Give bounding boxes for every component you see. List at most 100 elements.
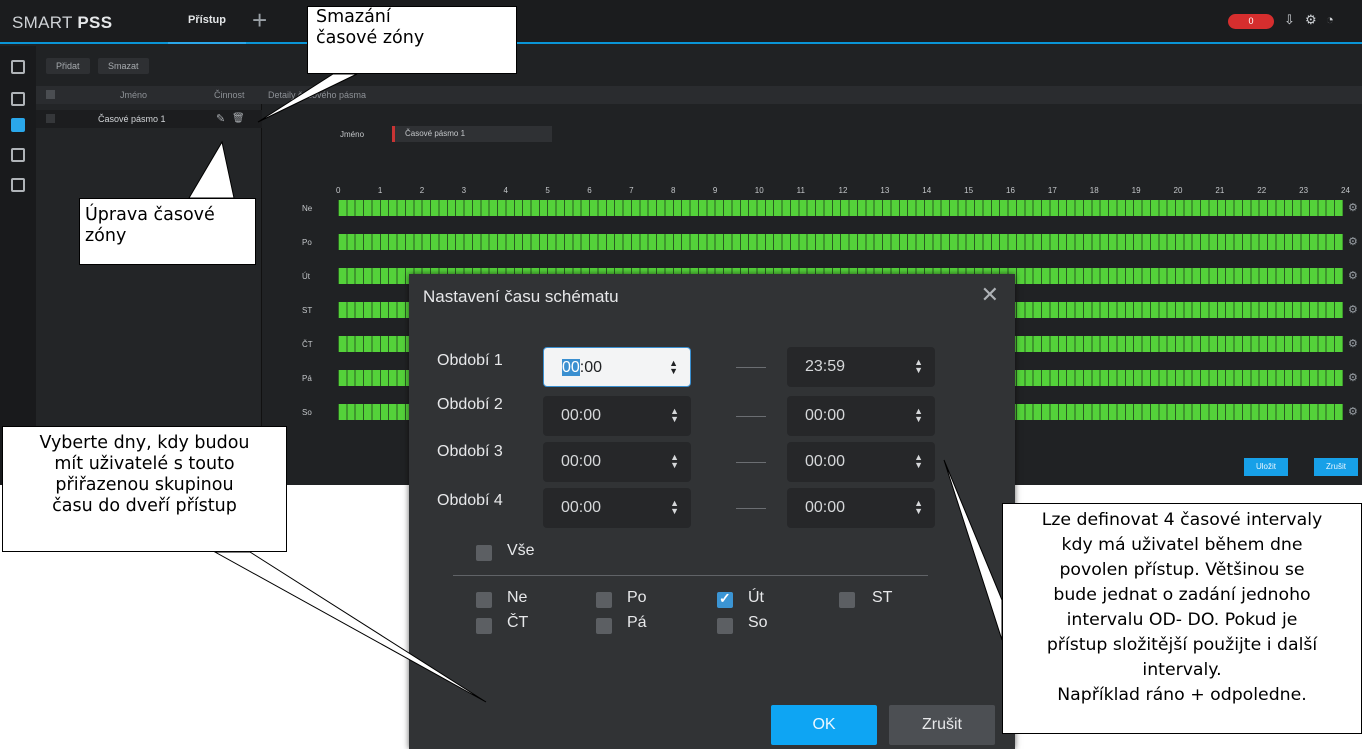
period-4-label: Období 4 bbox=[437, 492, 503, 509]
stepper-icon[interactable]: ▲ ▼ bbox=[914, 453, 923, 470]
day-checkbox-ut[interactable] bbox=[717, 590, 733, 608]
callout-line: povolen přístup. Většinou se bbox=[1059, 560, 1305, 580]
callout-line: Například ráno + odpoledne. bbox=[1057, 685, 1307, 705]
callout-line: Smazání bbox=[316, 7, 391, 27]
alarm-badge[interactable]: 0 bbox=[1228, 14, 1274, 29]
divider bbox=[453, 575, 928, 576]
hour-tick-label: 10 bbox=[754, 186, 764, 195]
cancel-button[interactable]: Zrušit bbox=[1314, 458, 1358, 476]
stepper-icon[interactable]: ▲ ▼ bbox=[670, 453, 679, 470]
callout-line: mít uživatelé s touto bbox=[54, 454, 235, 474]
day-schedule-bar[interactable] bbox=[338, 200, 1343, 216]
hour-tick-label: 18 bbox=[1089, 186, 1099, 195]
day-label-ut: Út bbox=[748, 589, 764, 606]
hour-scale: 0 1 2 3 4 5 6 7 8 9 10 11 12 13 14 15 16 17 18 19 20 21 22 23 24 bbox=[336, 186, 1350, 198]
period-4-to-input[interactable]: 00:00 ▲ ▼ bbox=[787, 488, 935, 528]
hour-tick-label: 6 bbox=[587, 186, 592, 195]
period-1-from-hours: 00 bbox=[562, 359, 580, 376]
gear-icon[interactable]: ⚙ bbox=[1348, 269, 1358, 282]
sidebar bbox=[0, 46, 36, 485]
stepper-icon[interactable]: ▲ ▼ bbox=[914, 358, 923, 375]
name-field[interactable]: Časové pásmo 1 bbox=[392, 126, 552, 142]
gear-icon[interactable]: ⚙ bbox=[1348, 235, 1358, 248]
hour-tick-label: 24 bbox=[1341, 186, 1350, 195]
day-checkbox-ne[interactable] bbox=[476, 592, 492, 608]
column-action: Činnost bbox=[214, 90, 245, 100]
period-3-from-value: 00:00 bbox=[561, 453, 602, 470]
period-1-from-input[interactable]: 00:00 ▲ ▼ bbox=[543, 347, 691, 387]
day-row-label: So bbox=[302, 408, 312, 417]
gear-icon[interactable]: ⚙ bbox=[1305, 12, 1317, 28]
day-label-ne: Ne bbox=[507, 589, 528, 606]
delete-button[interactable]: Smazat bbox=[98, 58, 149, 74]
day-checkbox-po[interactable] bbox=[596, 592, 612, 608]
period-1-to-input[interactable]: 23:59 ▲ ▼ bbox=[787, 347, 935, 387]
list-header: Jméno Činnost bbox=[36, 86, 262, 104]
period-3-to-input[interactable]: 00:00 ▲ ▼ bbox=[787, 442, 935, 482]
speed-icon[interactable]: ◔ bbox=[1326, 12, 1334, 27]
add-button[interactable]: Přidat bbox=[46, 58, 90, 74]
callout-line: kdy má uživatel během dne bbox=[1061, 535, 1303, 555]
day-schedule-bar[interactable] bbox=[338, 234, 1343, 250]
gear-icon[interactable]: ⚙ bbox=[1348, 405, 1358, 418]
period-2-to-input[interactable]: 00:00 ▲ ▼ bbox=[787, 396, 935, 436]
hour-tick-label: 22 bbox=[1257, 186, 1267, 195]
hour-tick-label: 7 bbox=[629, 186, 634, 195]
period-3-to-value: 00:00 bbox=[805, 453, 846, 470]
day-checkbox-so[interactable] bbox=[717, 618, 733, 634]
hour-tick-label: 23 bbox=[1299, 186, 1309, 195]
tab-access[interactable]: Přístup bbox=[168, 0, 246, 44]
period-4-from-value: 00:00 bbox=[561, 499, 602, 516]
day-row-label: Pá bbox=[302, 374, 312, 383]
day-checkbox-st[interactable] bbox=[839, 592, 855, 608]
trash-icon[interactable]: 🗑 bbox=[232, 110, 245, 128]
callout-delete-zone: Smazání časové zóny bbox=[307, 6, 517, 74]
brand-text: SMART bbox=[12, 13, 78, 32]
gear-icon[interactable]: ⚙ bbox=[1348, 201, 1358, 214]
day-checkbox-pa[interactable] bbox=[596, 618, 612, 634]
stepper-icon[interactable]: ▲ ▼ bbox=[670, 499, 679, 516]
day-checkbox-ct[interactable] bbox=[476, 618, 492, 634]
add-tab-button[interactable]: + bbox=[252, 6, 267, 34]
device-icon[interactable] bbox=[11, 60, 25, 74]
period-3-from-input[interactable]: 00:00 ▲ ▼ bbox=[543, 442, 691, 482]
user-access-icon[interactable] bbox=[11, 118, 25, 132]
ok-button[interactable]: OK bbox=[771, 705, 877, 745]
save-button[interactable]: Uložit bbox=[1244, 458, 1288, 476]
door-config-icon[interactable] bbox=[11, 148, 25, 162]
callout-line: času do dveří přístup bbox=[52, 496, 237, 516]
cancel-button[interactable]: Zrušit bbox=[889, 705, 995, 745]
list-item[interactable]: Časové pásmo 1 ✎ 🗑 bbox=[36, 110, 262, 128]
callout-select-days: Vyberte dny, kdy budou mít uživatelé s t… bbox=[2, 426, 287, 552]
callout-line: Lze definovat 4 časové intervaly bbox=[1041, 510, 1323, 530]
hour-tick-label: 12 bbox=[838, 186, 848, 195]
gear-icon[interactable]: ⚙ bbox=[1348, 371, 1358, 384]
stepper-icon[interactable]: ▲ ▼ bbox=[914, 407, 923, 424]
close-icon[interactable]: ✕ bbox=[981, 282, 999, 308]
hour-tick-label: 19 bbox=[1131, 186, 1141, 195]
row-checkbox[interactable] bbox=[46, 114, 55, 123]
person-card-icon[interactable] bbox=[11, 92, 25, 106]
period-3-label: Období 3 bbox=[437, 443, 503, 460]
all-days-checkbox[interactable] bbox=[476, 545, 492, 561]
callout-line: přiřazenou skupinou bbox=[55, 475, 234, 495]
period-4-from-input[interactable]: 00:00 ▲ ▼ bbox=[543, 488, 691, 528]
day-label-so: So bbox=[748, 614, 768, 631]
stepper-icon[interactable]: ▲ ▼ bbox=[670, 407, 679, 424]
day-label-st: ST bbox=[872, 589, 893, 606]
edit-icon[interactable]: ✎ bbox=[216, 110, 225, 128]
callout-edit-zone: Úprava časové zóny bbox=[79, 198, 256, 265]
gear-icon[interactable]: ⚙ bbox=[1348, 303, 1358, 316]
period-1-from-minutes: :00 bbox=[579, 359, 603, 376]
range-dash bbox=[736, 416, 766, 417]
user-icon[interactable]: ⇩ bbox=[1284, 12, 1295, 28]
gear-icon[interactable]: ⚙ bbox=[1348, 337, 1358, 350]
hour-tick-label: 21 bbox=[1215, 186, 1225, 195]
period-2-from-input[interactable]: 00:00 ▲ ▼ bbox=[543, 396, 691, 436]
stepper-icon[interactable]: ▲ ▼ bbox=[914, 499, 923, 516]
callout-line: zóny bbox=[85, 226, 127, 246]
calendar-icon[interactable] bbox=[11, 178, 25, 192]
hour-tick-label: 16 bbox=[1006, 186, 1015, 195]
select-all-checkbox[interactable] bbox=[46, 90, 55, 99]
stepper-icon[interactable]: ▲ ▼ bbox=[669, 359, 678, 376]
